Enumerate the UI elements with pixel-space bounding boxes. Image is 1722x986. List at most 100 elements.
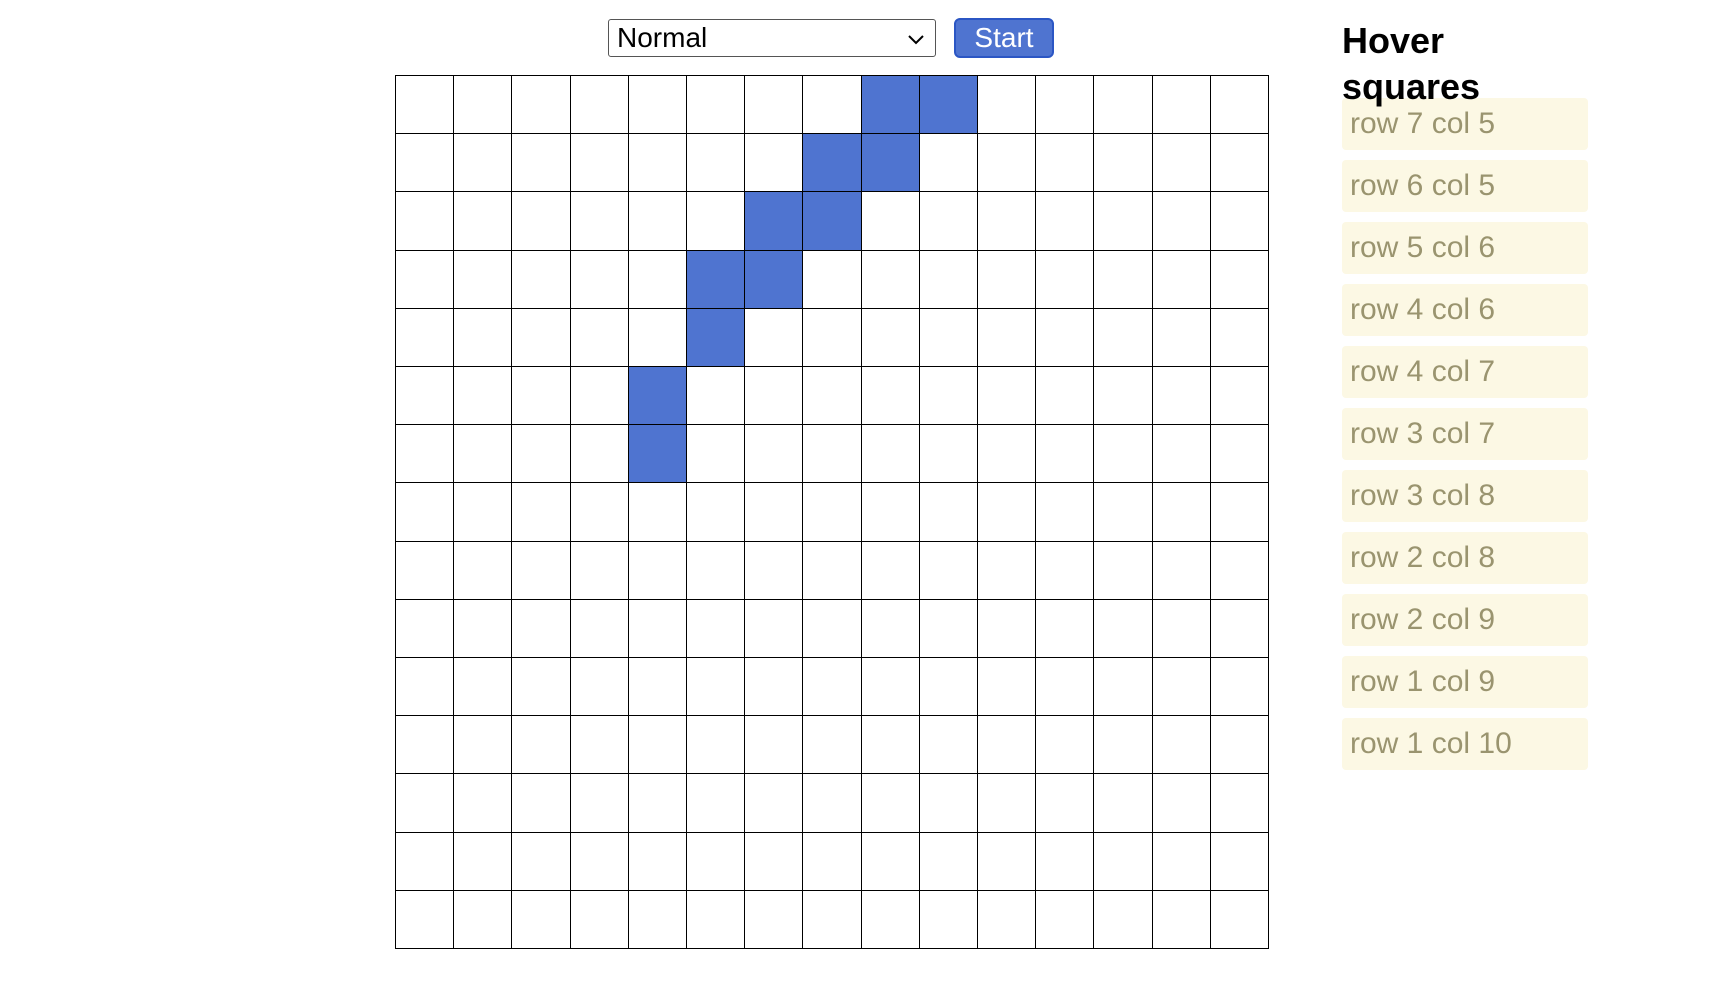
grid-cell[interactable] [1152, 425, 1211, 484]
grid-cell[interactable] [745, 890, 804, 949]
grid-cell[interactable] [861, 541, 920, 600]
grid-cell[interactable] [687, 716, 746, 775]
grid-cell[interactable] [1036, 658, 1095, 717]
grid-cell[interactable] [803, 76, 862, 135]
grid-cell[interactable] [396, 483, 455, 542]
grid-cell[interactable] [687, 367, 746, 426]
grid-cell[interactable] [570, 599, 629, 658]
grid-cell[interactable] [512, 308, 571, 367]
grid-cell[interactable] [919, 134, 978, 193]
grid-cell[interactable] [1094, 599, 1153, 658]
grid-cell[interactable] [861, 832, 920, 891]
grid-cell[interactable] [628, 76, 687, 135]
grid-cell[interactable] [1094, 250, 1153, 309]
grid-cell[interactable] [1094, 716, 1153, 775]
grid-cell[interactable] [861, 425, 920, 484]
grid-cell[interactable] [512, 367, 571, 426]
grid-cell[interactable] [396, 541, 455, 600]
grid-cell[interactable] [687, 541, 746, 600]
grid-cell[interactable] [628, 890, 687, 949]
grid-cell[interactable] [687, 658, 746, 717]
grid-cell[interactable] [454, 599, 513, 658]
grid-cell[interactable] [396, 832, 455, 891]
grid-cell[interactable] [745, 541, 804, 600]
grid-cell[interactable] [570, 192, 629, 251]
grid-cell[interactable] [454, 774, 513, 833]
grid-cell[interactable] [454, 76, 513, 135]
grid-cell[interactable] [454, 832, 513, 891]
grid-cell[interactable] [454, 890, 513, 949]
grid-cell[interactable] [628, 308, 687, 367]
grid-cell[interactable] [1036, 716, 1095, 775]
grid-cell[interactable] [1152, 134, 1211, 193]
grid-cell[interactable] [1094, 658, 1153, 717]
grid-cell[interactable] [861, 250, 920, 309]
grid-cell[interactable] [454, 425, 513, 484]
grid-cell[interactable] [512, 890, 571, 949]
grid-cell[interactable] [1036, 774, 1095, 833]
grid-cell[interactable] [919, 192, 978, 251]
grid-cell[interactable] [1210, 192, 1269, 251]
grid-cell[interactable] [861, 308, 920, 367]
grid-cell[interactable] [978, 541, 1037, 600]
grid-cell[interactable] [919, 658, 978, 717]
grid-cell[interactable] [1210, 658, 1269, 717]
grid-cell[interactable] [803, 367, 862, 426]
grid-cell[interactable] [1036, 76, 1095, 135]
grid-cell[interactable] [978, 308, 1037, 367]
grid-cell[interactable] [1210, 716, 1269, 775]
grid-cell[interactable] [1210, 76, 1269, 135]
grid-cell[interactable] [454, 716, 513, 775]
grid-cell[interactable] [570, 367, 629, 426]
grid-cell[interactable] [1152, 76, 1211, 135]
grid-cell[interactable] [919, 367, 978, 426]
grid-cell[interactable] [396, 599, 455, 658]
grid-cell[interactable] [1152, 483, 1211, 542]
grid-cell[interactable] [1036, 832, 1095, 891]
grid-cell[interactable] [803, 599, 862, 658]
grid-cell[interactable] [1152, 716, 1211, 775]
grid-cell[interactable] [570, 541, 629, 600]
grid-cell[interactable] [745, 250, 804, 309]
grid-cell[interactable] [978, 367, 1037, 426]
grid-cell[interactable] [861, 774, 920, 833]
grid-cell[interactable] [803, 308, 862, 367]
grid-cell[interactable] [570, 716, 629, 775]
grid-cell[interactable] [512, 483, 571, 542]
grid-cell[interactable] [978, 716, 1037, 775]
grid-cell[interactable] [919, 483, 978, 542]
grid-cell[interactable] [628, 367, 687, 426]
grid-cell[interactable] [454, 134, 513, 193]
grid-cell[interactable] [861, 599, 920, 658]
grid-cell[interactable] [570, 483, 629, 542]
grid-cell[interactable] [1094, 76, 1153, 135]
grid-cell[interactable] [1210, 599, 1269, 658]
grid-cell[interactable] [1094, 483, 1153, 542]
grid-cell[interactable] [687, 250, 746, 309]
grid-cell[interactable] [454, 541, 513, 600]
grid-cell[interactable] [628, 541, 687, 600]
grid-cell[interactable] [1210, 541, 1269, 600]
grid-cell[interactable] [745, 308, 804, 367]
grid-cell[interactable] [919, 599, 978, 658]
grid-cell[interactable] [745, 134, 804, 193]
grid-cell[interactable] [570, 134, 629, 193]
grid-cell[interactable] [1210, 134, 1269, 193]
grid-cell[interactable] [396, 76, 455, 135]
grid-cell[interactable] [570, 658, 629, 717]
grid-cell[interactable] [396, 250, 455, 309]
grid-cell[interactable] [745, 483, 804, 542]
grid-cell[interactable] [512, 832, 571, 891]
grid-cell[interactable] [512, 774, 571, 833]
grid-cell[interactable] [978, 774, 1037, 833]
grid-cell[interactable] [512, 716, 571, 775]
grid-cell[interactable] [1094, 192, 1153, 251]
grid-cell[interactable] [978, 890, 1037, 949]
grid-cell[interactable] [745, 76, 804, 135]
grid-cell[interactable] [1036, 890, 1095, 949]
grid-cell[interactable] [1152, 250, 1211, 309]
grid-cell[interactable] [687, 483, 746, 542]
grid-cell[interactable] [512, 76, 571, 135]
grid-cell[interactable] [396, 134, 455, 193]
grid-cell[interactable] [1210, 425, 1269, 484]
